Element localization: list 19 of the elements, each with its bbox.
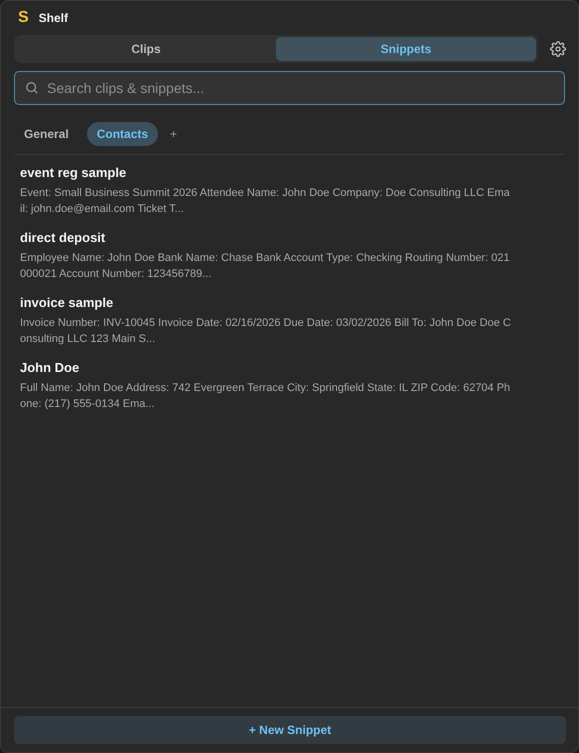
window-title: Shelf <box>38 11 68 25</box>
snippet-title[interactable]: John Doe <box>20 360 559 375</box>
settings-icon[interactable] <box>550 41 566 57</box>
tab[interactable]: Snippets <box>276 37 536 61</box>
add-category-button[interactable]: + <box>166 127 182 141</box>
app-logo: S <box>18 9 29 27</box>
snippet-title[interactable]: direct deposit <box>20 230 559 245</box>
category-tab[interactable]: Contacts <box>86 122 158 146</box>
snippet-preview: Event: Small Business Summit 2026 Attendee Name: John Doe Company: Doe Consulting LLC Email: john.doe@email.com Ticket T... <box>20 186 511 217</box>
snippet-preview: Invoice Number: INV-10045 Invoice Date: 02/16/2026 Due Date: 03/02/2026 Bill To: John Doe Doe Consulting LLC 123 Main S... <box>20 316 512 347</box>
snippet-preview: Employee Name: John Doe Bank Name: Chase Bank Account Type: Checking Routing Number: 021000021 Account Number: 123456789... <box>20 251 511 282</box>
category-tab[interactable]: General <box>22 122 79 146</box>
search-icon <box>25 81 39 95</box>
snippet-title[interactable]: invoice sample <box>20 295 559 310</box>
snippet-preview: Full Name: John Doe Address: 742 Evergreen Terrace City: Springfield State: IL ZIP Code: 62704 Phone: (217) 555-0134 Ema... <box>20 381 512 412</box>
snippet-title[interactable]: event reg sample <box>20 165 559 180</box>
tab[interactable]: Clips <box>16 37 276 61</box>
new-snippet-button[interactable]: + New Snippet <box>14 716 566 744</box>
search-field[interactable]: Search clips & snippets... <box>14 71 565 105</box>
